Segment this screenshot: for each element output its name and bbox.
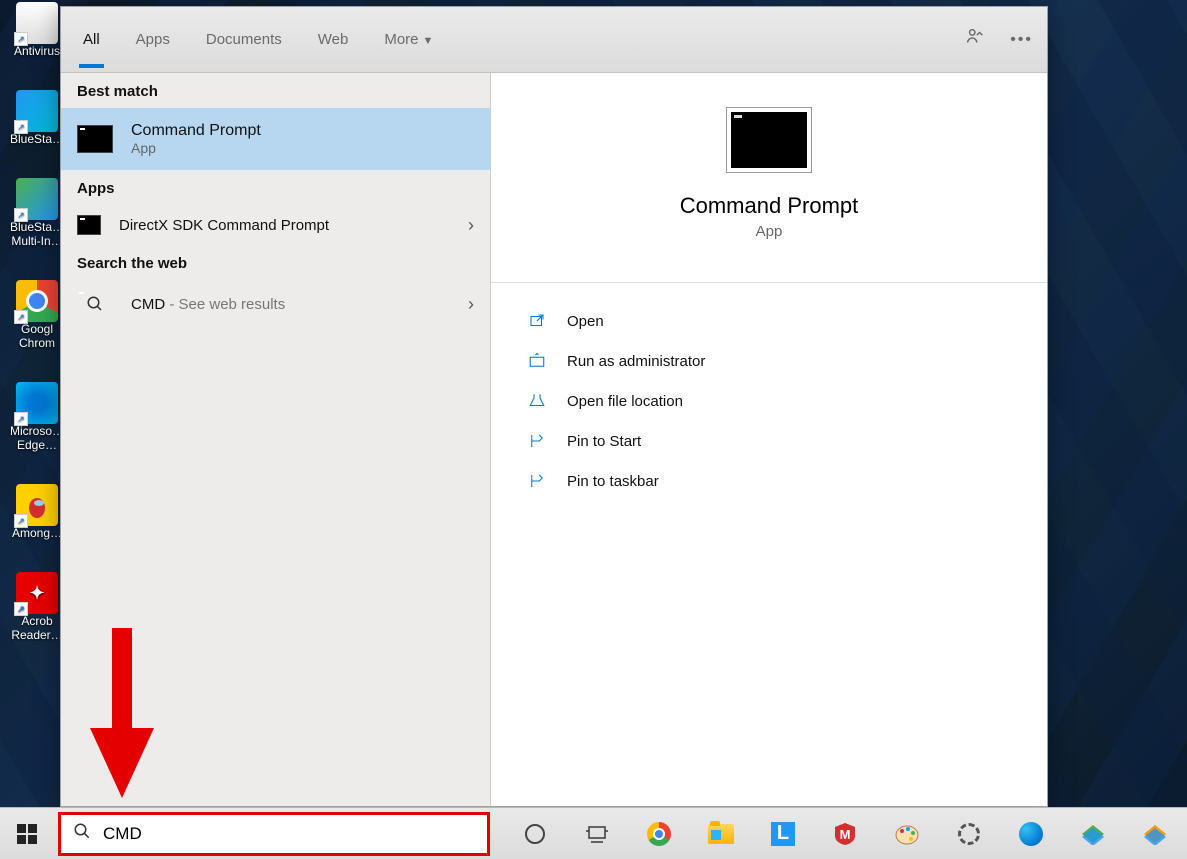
desktop-label: Among… (12, 526, 62, 540)
result-title: CMD (131, 296, 165, 313)
annotation-arrow-icon (90, 628, 154, 798)
feedback-icon[interactable] (964, 26, 986, 53)
result-web-cmd[interactable]: CMD - See web results › (61, 280, 490, 328)
preview-subtitle: App (756, 223, 783, 240)
taskbar-edge[interactable] (1000, 808, 1062, 859)
desktop-label: Acrob Reader… (6, 614, 68, 642)
best-match-command-prompt[interactable]: Command Prompt App (61, 108, 490, 170)
desktop-icon-chrome[interactable]: ↗Googl Chrom (6, 280, 68, 350)
search-tabbar: All Apps Documents Web More▼ ••• (61, 7, 1047, 73)
taskbar-bluestacks[interactable] (1062, 808, 1124, 859)
search-icon (77, 290, 113, 318)
desktop-icon-antivirus[interactable]: ↗Antivirus (6, 2, 68, 58)
folder-icon (527, 391, 547, 411)
tab-more[interactable]: More▼ (380, 11, 437, 68)
chevron-right-icon: › (468, 294, 474, 315)
start-button[interactable] (0, 808, 54, 859)
taskbar: L M (0, 807, 1187, 859)
cmd-icon (77, 215, 101, 235)
taskbar-chrome[interactable] (628, 808, 690, 859)
action-open[interactable]: Open (491, 301, 1047, 341)
result-suffix: - See web results (165, 296, 285, 313)
desktop-icon-bluestacks[interactable]: ↗BlueSta… (6, 90, 68, 146)
apps-header: Apps (61, 170, 490, 205)
taskbar-search-box[interactable] (58, 812, 490, 856)
preview-app-icon (726, 107, 812, 173)
desktop-icon-acrobat[interactable]: ✦↗Acrob Reader… (6, 572, 68, 642)
tab-web[interactable]: Web (314, 11, 353, 68)
desktop-icon-amongus[interactable]: ↗Among… (6, 484, 68, 540)
desktop-icons-column: ↗Antivirus ↗BlueSta… ↗BlueSta… Multi-In…… (6, 0, 68, 642)
action-open-file-location[interactable]: Open file location (491, 381, 1047, 421)
result-title: Command Prompt (131, 122, 261, 140)
tab-apps[interactable]: Apps (132, 11, 174, 68)
desktop-icon-edge[interactable]: ↗Microso… Edge… (6, 382, 68, 452)
preview-pane: Command Prompt App Open Run as administr… (491, 73, 1047, 806)
taskbar-mcafee[interactable]: M (814, 808, 876, 859)
taskbar-search-input[interactable] (103, 824, 475, 844)
cmd-icon (77, 125, 113, 153)
search-icon (73, 822, 91, 845)
desktop-icon-bluestacks-multi[interactable]: ↗BlueSta… Multi-In… (6, 178, 68, 248)
taskbar-cortana[interactable] (504, 808, 566, 859)
preview-title: Command Prompt (680, 193, 859, 219)
pin-icon (527, 431, 547, 451)
result-subtitle: App (131, 140, 261, 156)
start-search-panel: All Apps Documents Web More▼ ••• Best ma… (60, 6, 1048, 807)
taskbar-taskview[interactable] (566, 808, 628, 859)
pin-icon (527, 471, 547, 491)
taskbar-explorer[interactable] (690, 808, 752, 859)
tab-documents[interactable]: Documents (202, 11, 286, 68)
desktop-label: Googl Chrom (6, 322, 68, 350)
result-title: DirectX SDK Command Prompt (119, 217, 329, 234)
desktop-label: Antivirus (14, 44, 60, 58)
best-match-header: Best match (61, 73, 490, 108)
result-directx-cmd[interactable]: DirectX SDK Command Prompt › (61, 205, 490, 245)
tab-all[interactable]: All (79, 11, 104, 68)
shield-icon (527, 351, 547, 371)
svg-text:M: M (840, 827, 851, 842)
desktop-label: BlueSta… Multi-In… (6, 220, 68, 248)
chevron-down-icon: ▼ (423, 35, 434, 47)
desktop-label: Microso… Edge… (6, 424, 68, 452)
desktop-label: BlueSta… (10, 132, 64, 146)
taskbar-bluestacks2[interactable] (1124, 808, 1186, 859)
taskbar-paint[interactable] (876, 808, 938, 859)
action-run-as-admin[interactable]: Run as administrator (491, 341, 1047, 381)
action-pin-to-taskbar[interactable]: Pin to taskbar (491, 461, 1047, 501)
open-icon (527, 311, 547, 331)
more-options-icon[interactable]: ••• (1010, 31, 1033, 49)
chevron-right-icon: › (468, 215, 474, 236)
taskbar-app-l[interactable]: L (752, 808, 814, 859)
action-pin-to-start[interactable]: Pin to Start (491, 421, 1047, 461)
taskbar-settings[interactable] (938, 808, 1000, 859)
search-web-header: Search the web (61, 245, 490, 280)
